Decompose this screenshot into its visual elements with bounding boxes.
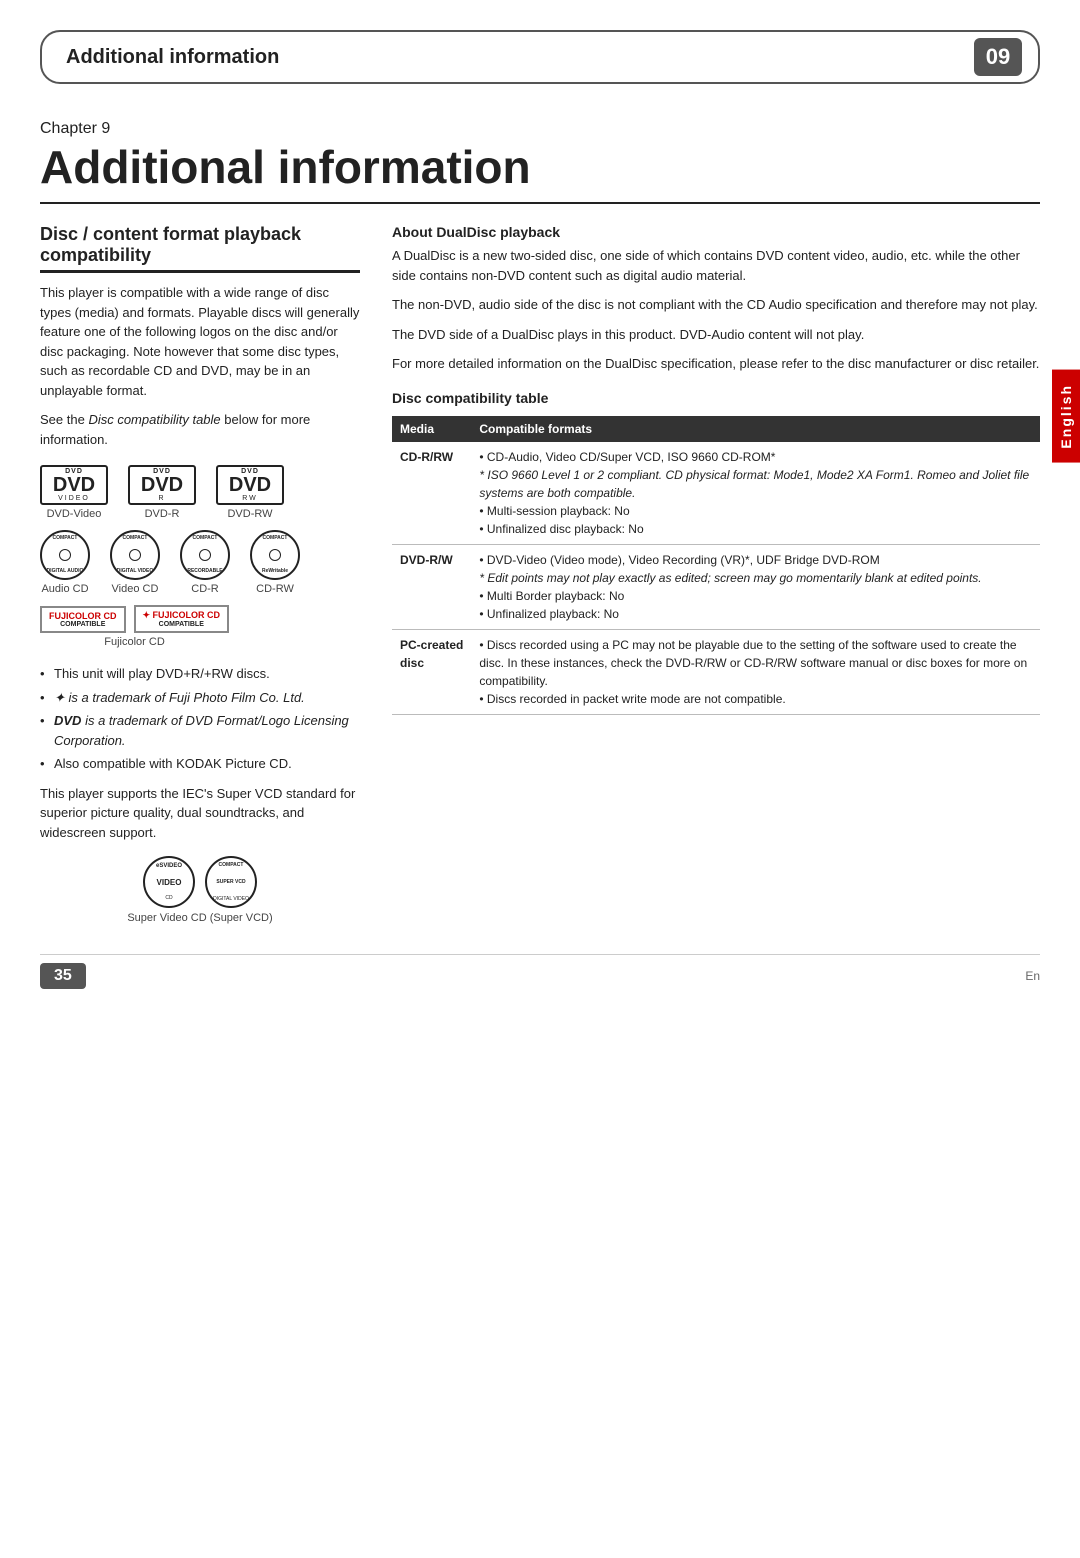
dvd-r-logo-item: DVD DVD R DVD-R (128, 465, 196, 520)
dualdisc-para1: A DualDisc is a new two‑sided disc, one … (392, 246, 1040, 285)
dvd-logos-row: DVD DVD VIDEO DVD-Video DVD DVD R DVD-R (40, 465, 360, 520)
cd-logos-row: COMPACT DIGITAL AUDIO Audio CD COMPACT D… (40, 530, 360, 595)
chapter-label: Chapter 9 (40, 120, 1040, 138)
header-bar: Additional information 09 (40, 30, 1040, 84)
table-col-formats: Compatible formats (471, 416, 1040, 442)
dvd-rw-icon: DVD DVD RW (216, 465, 284, 505)
left-col-para3: This player supports the IEC's Super VCD… (40, 784, 360, 843)
dvd-video-logo-item: DVD DVD VIDEO DVD-Video (40, 465, 108, 520)
language-tab: English (1052, 370, 1080, 463)
cd-rw-logo-item: COMPACT ReWritable CD-RW (250, 530, 300, 595)
dvd-rw-logo-item: DVD DVD RW DVD-RW (216, 465, 284, 520)
fujicolor-cd-label: Fujicolor CD (104, 636, 165, 648)
section-heading: Disc / content format playback compatibi… (40, 224, 360, 273)
cd-rw-label: CD-RW (256, 583, 294, 595)
bullet-list: This unit will play DVD+R/+RW discs. ✦ i… (40, 664, 360, 774)
page-number: 35 (40, 963, 86, 989)
footer-lang: En (1025, 969, 1040, 983)
fujicolor-cd-logo-item: FUJICOLOR CDCOMPATIBLE ✦ FUJICOLOR CDCOM… (40, 605, 229, 648)
svcd-label: Super Video CD (Super VCD) (127, 912, 272, 924)
audio-cd-logo-item: COMPACT DIGITAL AUDIO Audio CD (40, 530, 90, 595)
media-pc-disc: PC-createddisc (392, 629, 471, 714)
dualdisc-para2: The non-DVD, audio side of the disc is n… (392, 295, 1040, 315)
fujicolor-compatible-badge: ✦ FUJICOLOR CDCOMPATIBLE (134, 605, 230, 633)
chapter-area: Chapter 9 Additional information (40, 120, 1040, 204)
dvd-r-icon: DVD DVD R (128, 465, 196, 505)
media-dvdrw: DVD-R/W (392, 544, 471, 629)
dvd-video-label: DVD-Video (47, 508, 102, 520)
para2-prefix: See the (40, 412, 88, 427)
audio-cd-label: Audio CD (41, 583, 88, 595)
fujicolor-row: FUJICOLOR CDCOMPATIBLE ✦ FUJICOLOR CDCOM… (40, 605, 360, 648)
svcd-area: eSVIDEO VIDEO CD COMPACT SUPER VCD DIGIT… (40, 856, 360, 924)
para2-italic: Disc compatibility table (88, 412, 220, 427)
dualdisc-heading: About DualDisc playback (392, 224, 1040, 240)
table-col-media: Media (392, 416, 471, 442)
video-cd-icon: COMPACT DIGITAL VIDEO (110, 530, 160, 580)
bullet-dvd-trademark: DVD is a trademark of DVD Format/Logo Li… (40, 711, 360, 750)
formats-dvdrw: • DVD-Video (Video mode), Video Recordin… (471, 544, 1040, 629)
dualdisc-para4: For more detailed information on the Dua… (392, 354, 1040, 374)
table-row: DVD-R/W • DVD-Video (Video mode), Video … (392, 544, 1040, 629)
video-cd-label: Video CD (112, 583, 159, 595)
chapter-number-badge: 09 (974, 38, 1022, 76)
left-col-para2: See the Disc compatibility table below f… (40, 410, 360, 449)
audio-cd-icon: COMPACT DIGITAL AUDIO (40, 530, 90, 580)
bullet-kodak: Also compatible with KODAK Picture CD. (40, 754, 360, 774)
cd-rw-icon: COMPACT ReWritable (250, 530, 300, 580)
svcd-logos: eSVIDEO VIDEO CD COMPACT SUPER VCD DIGIT… (143, 856, 257, 908)
cd-r-icon: COMPACT RECORDABLE (180, 530, 230, 580)
fujicolor-cd-badge: FUJICOLOR CDCOMPATIBLE (40, 606, 126, 633)
cd-r-logo-item: COMPACT RECORDABLE CD-R (180, 530, 230, 595)
svcd-compact-icon: COMPACT SUPER VCD DIGITAL VIDEO (205, 856, 257, 908)
cd-r-label: CD-R (191, 583, 219, 595)
table-row: CD-R/RW • CD-Audio, Video CD/Super VCD, … (392, 442, 1040, 545)
two-col-layout: Disc / content format playback compatibi… (40, 224, 1040, 924)
chapter-main-title: Additional information (40, 140, 1040, 204)
table-row: PC-createddisc • Discs recorded using a … (392, 629, 1040, 714)
header-title: Additional information (66, 46, 279, 69)
logo-area: DVD DVD VIDEO DVD-Video DVD DVD R DVD-R (40, 465, 360, 648)
compat-table: Media Compatible formats CD-R/RW • CD-Au… (392, 416, 1040, 715)
video-cd-logo-item: COMPACT DIGITAL VIDEO Video CD (110, 530, 160, 595)
bullet-dvdplus: This unit will play DVD+R/+RW discs. (40, 664, 360, 684)
dualdisc-para3: The DVD side of a DualDisc plays in this… (392, 325, 1040, 345)
right-column: About DualDisc playback A DualDisc is a … (392, 224, 1040, 924)
footer-area: 35 En (40, 954, 1040, 989)
bullet-fuji: ✦ is a trademark of Fuji Photo Film Co. … (40, 688, 360, 708)
formats-cdrw: • CD-Audio, Video CD/Super VCD, ISO 9660… (471, 442, 1040, 545)
compat-table-heading: Disc compatibility table (392, 390, 1040, 406)
dvd-r-label: DVD-R (145, 508, 180, 520)
dvd-video-icon: DVD DVD VIDEO (40, 465, 108, 505)
left-column: Disc / content format playback compatibi… (40, 224, 360, 924)
left-col-para1: This player is compatible with a wide ra… (40, 283, 360, 400)
svcd-video-icon: eSVIDEO VIDEO CD (143, 856, 195, 908)
formats-pc-disc: • Discs recorded using a PC may not be p… (471, 629, 1040, 714)
dvd-rw-label: DVD-RW (227, 508, 272, 520)
media-cdrw: CD-R/RW (392, 442, 471, 545)
